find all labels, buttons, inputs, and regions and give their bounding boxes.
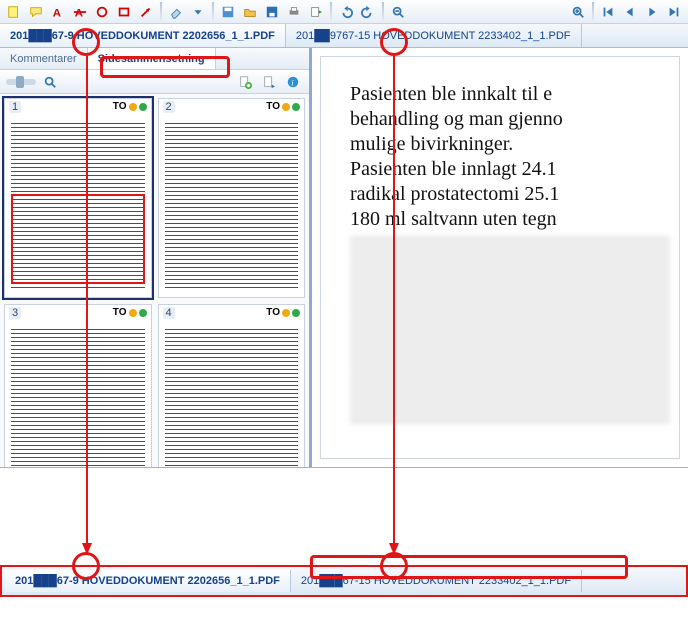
eraser-icon[interactable] xyxy=(166,2,186,22)
svg-text:A: A xyxy=(53,7,61,19)
workspace: Kommentarer Sidesammensetning i 1 TO xyxy=(0,48,688,468)
tab-doc2[interactable]: 201██9767-15 HOVEDDOKUMENT 2233402_1_1.P… xyxy=(286,24,582,47)
text-red-a-icon[interactable]: A xyxy=(48,2,68,22)
document-view[interactable]: Pasienten ble innkalt til e behandling o… xyxy=(312,48,688,467)
thumbnail-page-4[interactable]: 4 TO xyxy=(158,304,306,467)
subtab-thumbs[interactable]: Sidesammensetning xyxy=(88,48,216,69)
document-tabs: 201███67-9 HOVEDDOKUMENT 2202656_1_1.PDF… xyxy=(0,24,688,48)
info-icon[interactable]: i xyxy=(283,72,303,92)
toolbar-separator xyxy=(212,2,214,22)
subtab-comments[interactable]: Kommentarer xyxy=(0,48,88,69)
page-number: 3 xyxy=(9,307,21,319)
save-icon[interactable] xyxy=(218,2,238,22)
next-icon[interactable] xyxy=(642,2,662,22)
toolbar-separator xyxy=(160,2,162,22)
dropdown-icon[interactable] xyxy=(188,2,208,22)
document-blurred-text xyxy=(350,238,670,423)
redo-icon[interactable] xyxy=(358,2,378,22)
bottom-tabs-annotation: 201███67-9 HOVEDDOKUMENT 2202656_1_1.PDF… xyxy=(0,565,688,597)
left-sidebar: Kommentarer Sidesammensetning i 1 TO xyxy=(0,48,312,467)
arrow-icon[interactable] xyxy=(136,2,156,22)
toolbar-separator xyxy=(330,2,332,22)
circle-icon[interactable] xyxy=(92,2,112,22)
bottom-tab-doc2[interactable]: 201███67-15 HOVEDDOKUMENT 2233402_1_1.PD… xyxy=(291,570,582,592)
page-number: 4 xyxy=(163,307,175,319)
rect-icon[interactable] xyxy=(114,2,134,22)
page-number: 2 xyxy=(163,101,175,113)
tab-doc1[interactable]: 201███67-9 HOVEDDOKUMENT 2202656_1_1.PDF xyxy=(0,24,286,47)
toolbar-separator xyxy=(382,2,384,22)
note-icon[interactable] xyxy=(4,2,24,22)
page-head: TO xyxy=(266,307,300,318)
zoom-out-icon[interactable] xyxy=(388,2,408,22)
floppy-icon[interactable] xyxy=(262,2,282,22)
text-strike-a-icon[interactable]: A xyxy=(70,2,90,22)
page-head: TO xyxy=(113,101,147,112)
first-icon[interactable] xyxy=(598,2,618,22)
zoom-in-icon[interactable] xyxy=(568,2,588,22)
folder-icon[interactable] xyxy=(240,2,260,22)
comment-icon[interactable] xyxy=(26,2,46,22)
undo-icon[interactable] xyxy=(336,2,356,22)
zoom-fit-icon[interactable] xyxy=(40,72,60,92)
zoom-slider[interactable] xyxy=(6,79,36,85)
toolbar-separator xyxy=(592,2,594,22)
page-head: TO xyxy=(113,307,147,318)
sidebar-subtabs: Kommentarer Sidesammensetning xyxy=(0,48,309,70)
thumbnail-page-1[interactable]: 1 TO xyxy=(4,98,152,298)
svg-text:A: A xyxy=(75,7,83,19)
thumbnail-page-3[interactable]: 3 TO xyxy=(4,304,152,467)
bottom-tab-doc1[interactable]: 201███67-9 HOVEDDOKUMENT 2202656_1_1.PDF xyxy=(5,570,291,592)
print-icon[interactable] xyxy=(284,2,304,22)
page-head: TO xyxy=(266,101,300,112)
main-toolbar: A A xyxy=(0,0,688,24)
document-page: Pasienten ble innkalt til e behandling o… xyxy=(320,56,680,459)
thumbnail-page-2[interactable]: 2 TO xyxy=(158,98,306,298)
page-number: 1 xyxy=(9,101,21,113)
export-icon[interactable] xyxy=(306,2,326,22)
thumbnail-toolbar: i xyxy=(0,70,309,94)
last-icon[interactable] xyxy=(664,2,684,22)
prev-icon[interactable] xyxy=(620,2,640,22)
thumbnail-scroll[interactable]: 1 TO 2 TO 3 TO 4 TO xyxy=(0,94,309,467)
document-text: Pasienten ble innkalt til e behandling o… xyxy=(350,82,670,232)
add-page-icon[interactable] xyxy=(235,72,255,92)
move-page-icon[interactable] xyxy=(259,72,279,92)
